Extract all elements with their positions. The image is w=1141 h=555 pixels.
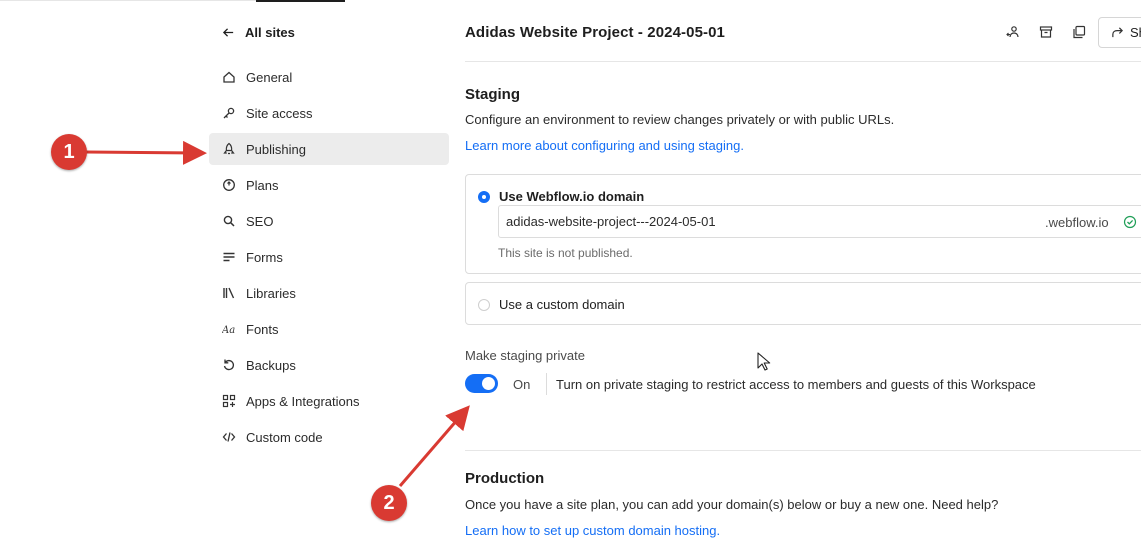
- subdomain-value: adidas-website-project---2024-05-01: [506, 214, 716, 229]
- toggle-divider: [546, 373, 547, 395]
- settings-nav: General Site access Publishing Plans SEO…: [209, 61, 449, 457]
- duplicate-button[interactable]: [1066, 18, 1091, 46]
- header-divider: [465, 61, 1141, 62]
- custom-domain-option[interactable]: Use a custom domain: [478, 297, 625, 312]
- nav-label-seo: SEO: [246, 213, 274, 229]
- plan-icon: [222, 178, 236, 192]
- staging-title: Staging: [465, 86, 520, 103]
- nav-label-libraries: Libraries: [246, 285, 296, 301]
- nav-item-libraries[interactable]: Libraries: [209, 277, 449, 309]
- nav-item-forms[interactable]: Forms: [209, 241, 449, 273]
- custom-domain-label: Use a custom domain: [499, 297, 625, 312]
- annotation-arrows: [85, 140, 470, 487]
- share-arrow-icon: [1112, 27, 1123, 38]
- key-icon: [222, 106, 236, 120]
- backup-icon: [222, 358, 236, 372]
- nav-label-publishing: Publishing: [246, 141, 306, 157]
- nav-label-custom-code: Custom code: [246, 429, 323, 445]
- custom-domain-radio[interactable]: [478, 298, 490, 311]
- custom-domain-card: Use a custom domain: [465, 282, 1141, 325]
- archive-icon: [1039, 26, 1052, 38]
- all-sites-label: All sites: [245, 25, 295, 40]
- all-sites-link[interactable]: All sites: [222, 25, 295, 40]
- not-published-hint: This site is not published.: [498, 246, 633, 260]
- nav-item-custom-code[interactable]: Custom code: [209, 421, 449, 453]
- staging-learn-more-link[interactable]: Learn more about configuring and using s…: [465, 138, 744, 153]
- house-icon: [222, 70, 236, 84]
- nav-label-general: General: [246, 69, 293, 85]
- search-icon: [222, 214, 236, 228]
- libraries-icon: [222, 286, 236, 300]
- subdomain-input[interactable]: adidas-website-project---2024-05-01 .web…: [498, 205, 1141, 238]
- production-description: Once you have a site plan, you can add y…: [465, 497, 999, 512]
- webflow-domain-card: Use Webflow.io domain adidas-website-pro…: [465, 174, 1141, 274]
- svg-text:Aa: Aa: [222, 325, 235, 336]
- nav-label-forms: Forms: [246, 249, 283, 265]
- nav-item-seo[interactable]: SEO: [209, 205, 449, 237]
- annotation-arrow-1: [85, 140, 207, 165]
- domain-suffix: .webflow.io: [1045, 215, 1109, 230]
- nav-item-publishing[interactable]: Publishing: [209, 133, 449, 165]
- header-actions: [1000, 18, 1091, 46]
- apps-grid-icon: [222, 394, 236, 408]
- staging-description: Configure an environment to review chang…: [465, 112, 895, 127]
- form-lines-icon: [222, 250, 236, 264]
- valid-check-icon: [1123, 215, 1137, 229]
- nav-label-backups: Backups: [246, 357, 296, 373]
- nav-item-fonts[interactable]: Aa Fonts: [209, 313, 449, 345]
- private-staging-label: Make staging private: [465, 348, 585, 363]
- custom-domain-hosting-link[interactable]: Learn how to set up custom domain hostin…: [465, 523, 720, 538]
- toggle-knob: [482, 377, 495, 390]
- toggle-state-label: On: [513, 377, 531, 392]
- nav-label-fonts: Fonts: [246, 321, 279, 337]
- mouse-pointer-icon: [757, 352, 771, 371]
- production-title: Production: [465, 470, 545, 487]
- webflow-domain-radio[interactable]: [478, 190, 490, 203]
- code-icon: [222, 430, 236, 444]
- page-title: Adidas Website Project - 2024-05-01: [465, 24, 725, 41]
- nav-item-general[interactable]: General: [209, 61, 449, 93]
- webflow-domain-label: Use Webflow.io domain: [499, 189, 645, 204]
- share-label: Sh: [1130, 25, 1141, 40]
- section-divider: [465, 450, 1141, 451]
- nav-item-plans[interactable]: Plans: [209, 169, 449, 201]
- nav-label-site-access: Site access: [246, 105, 313, 121]
- share-button[interactable]: Sh: [1098, 17, 1141, 48]
- rocket-icon: [222, 142, 236, 156]
- annotation-badge-2: 2: [371, 485, 407, 521]
- transfer-site-button[interactable]: [1000, 18, 1025, 46]
- archive-button[interactable]: [1033, 18, 1058, 46]
- duplicate-icon: [1072, 25, 1085, 39]
- nav-item-apps-integrations[interactable]: Apps & Integrations: [209, 385, 449, 417]
- arrow-left-icon: [222, 28, 234, 37]
- user-transfer-icon: [1005, 26, 1019, 38]
- nav-item-site-access[interactable]: Site access: [209, 97, 449, 129]
- active-tab-indicator: [256, 0, 345, 2]
- annotation-badge-1: 1: [51, 134, 87, 170]
- private-staging-toggle[interactable]: [465, 374, 498, 393]
- nav-item-backups[interactable]: Backups: [209, 349, 449, 381]
- nav-label-plans: Plans: [246, 177, 279, 193]
- nav-label-apps-integrations: Apps & Integrations: [246, 393, 360, 409]
- webflow-domain-option[interactable]: Use Webflow.io domain: [478, 189, 644, 204]
- font-icon: Aa: [222, 322, 236, 336]
- top-border: [0, 0, 256, 1]
- private-staging-description: Turn on private staging to restrict acce…: [556, 377, 1036, 392]
